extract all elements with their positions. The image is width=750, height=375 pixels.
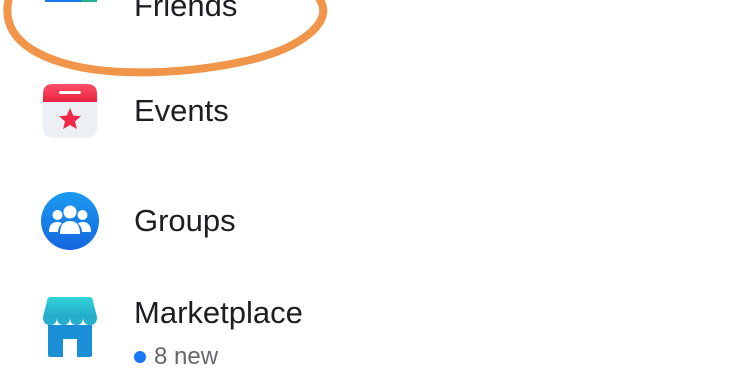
menu-item-label: Groups bbox=[134, 203, 236, 238]
menu-item-events[interactable]: Events bbox=[0, 82, 750, 142]
friends-icon bbox=[41, 0, 99, 30]
menu-item-label: Events bbox=[134, 93, 229, 128]
menu-item-groups[interactable]: Groups bbox=[0, 190, 750, 250]
menu-item-friends[interactable]: Friends bbox=[0, 0, 750, 30]
new-items-badge: 8 new bbox=[134, 343, 218, 371]
menu-item-marketplace[interactable]: Marketplace 8 new bbox=[0, 295, 750, 375]
menu-item-label: Friends bbox=[134, 0, 238, 23]
new-count-text: 8 new bbox=[154, 343, 219, 370]
marketplace-storefront-icon bbox=[41, 295, 99, 357]
menu-item-label: Marketplace bbox=[134, 295, 303, 330]
groups-icon bbox=[41, 192, 99, 250]
events-calendar-icon bbox=[41, 82, 99, 140]
unread-dot-icon bbox=[134, 351, 146, 363]
